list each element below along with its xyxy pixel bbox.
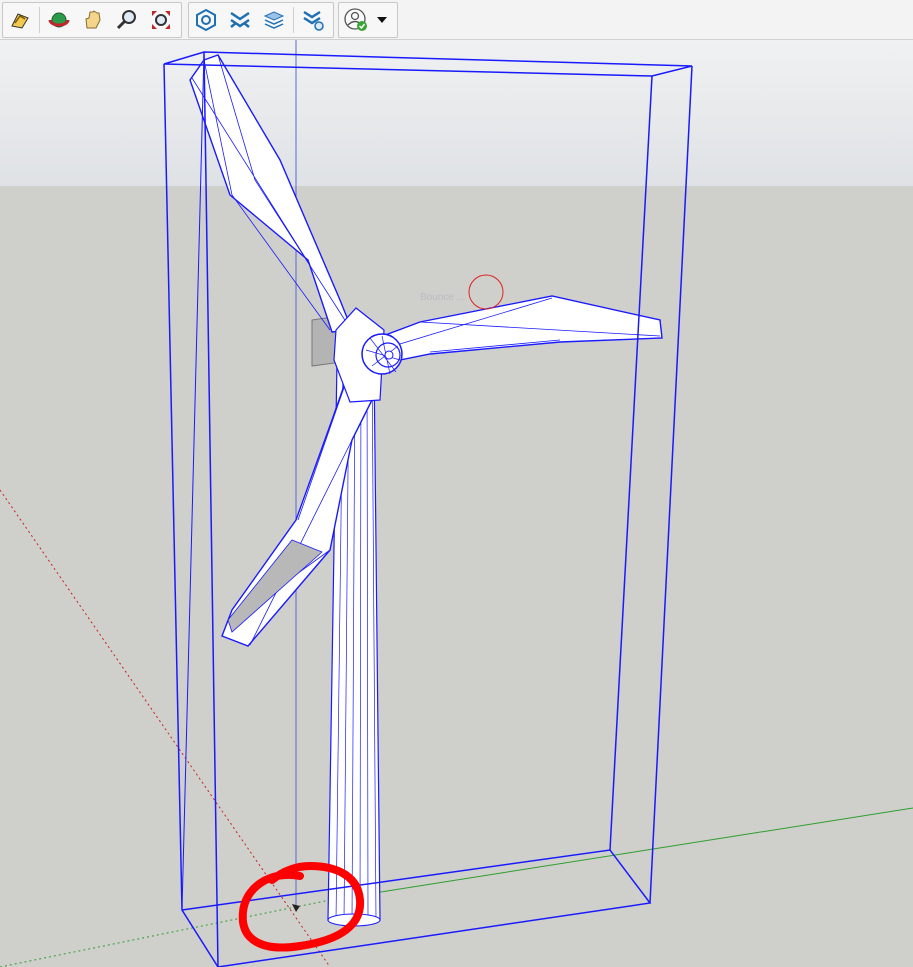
turbine-blade-upper bbox=[189, 54, 353, 333]
orbit-tool-icon[interactable] bbox=[42, 3, 76, 37]
pan-tool-icon[interactable] bbox=[76, 3, 110, 37]
toolbar-separator bbox=[293, 7, 294, 33]
account-icon[interactable] bbox=[339, 3, 373, 37]
sandbox-icon[interactable] bbox=[223, 3, 257, 37]
select-tool-icon[interactable] bbox=[3, 3, 37, 37]
turbine-blade-right bbox=[370, 295, 663, 363]
inference-hint-text: Bounce ... bbox=[420, 292, 466, 303]
toolbar-separator bbox=[39, 7, 40, 33]
extension-warehouse-icon[interactable] bbox=[189, 3, 223, 37]
account-dropdown-icon[interactable] bbox=[373, 3, 391, 37]
inference-circle bbox=[468, 274, 504, 310]
scene-drawing bbox=[0, 40, 913, 967]
camera-toolbar bbox=[2, 2, 182, 38]
zoom-tool-icon[interactable] bbox=[110, 3, 144, 37]
zoom-extents-icon[interactable] bbox=[144, 3, 178, 37]
green-axis-line-solid bbox=[329, 807, 913, 901]
extensions-toolbar bbox=[188, 2, 334, 38]
rotor-hub bbox=[333, 307, 403, 403]
model-viewport[interactable]: Bounce ... bbox=[0, 40, 913, 967]
layers-icon[interactable] bbox=[257, 3, 291, 37]
green-axis-line bbox=[0, 899, 331, 967]
account-toolbar bbox=[338, 2, 398, 38]
model-settings-icon[interactable] bbox=[296, 3, 330, 37]
cursor-marker bbox=[292, 904, 300, 912]
main-toolbar bbox=[0, 0, 913, 40]
